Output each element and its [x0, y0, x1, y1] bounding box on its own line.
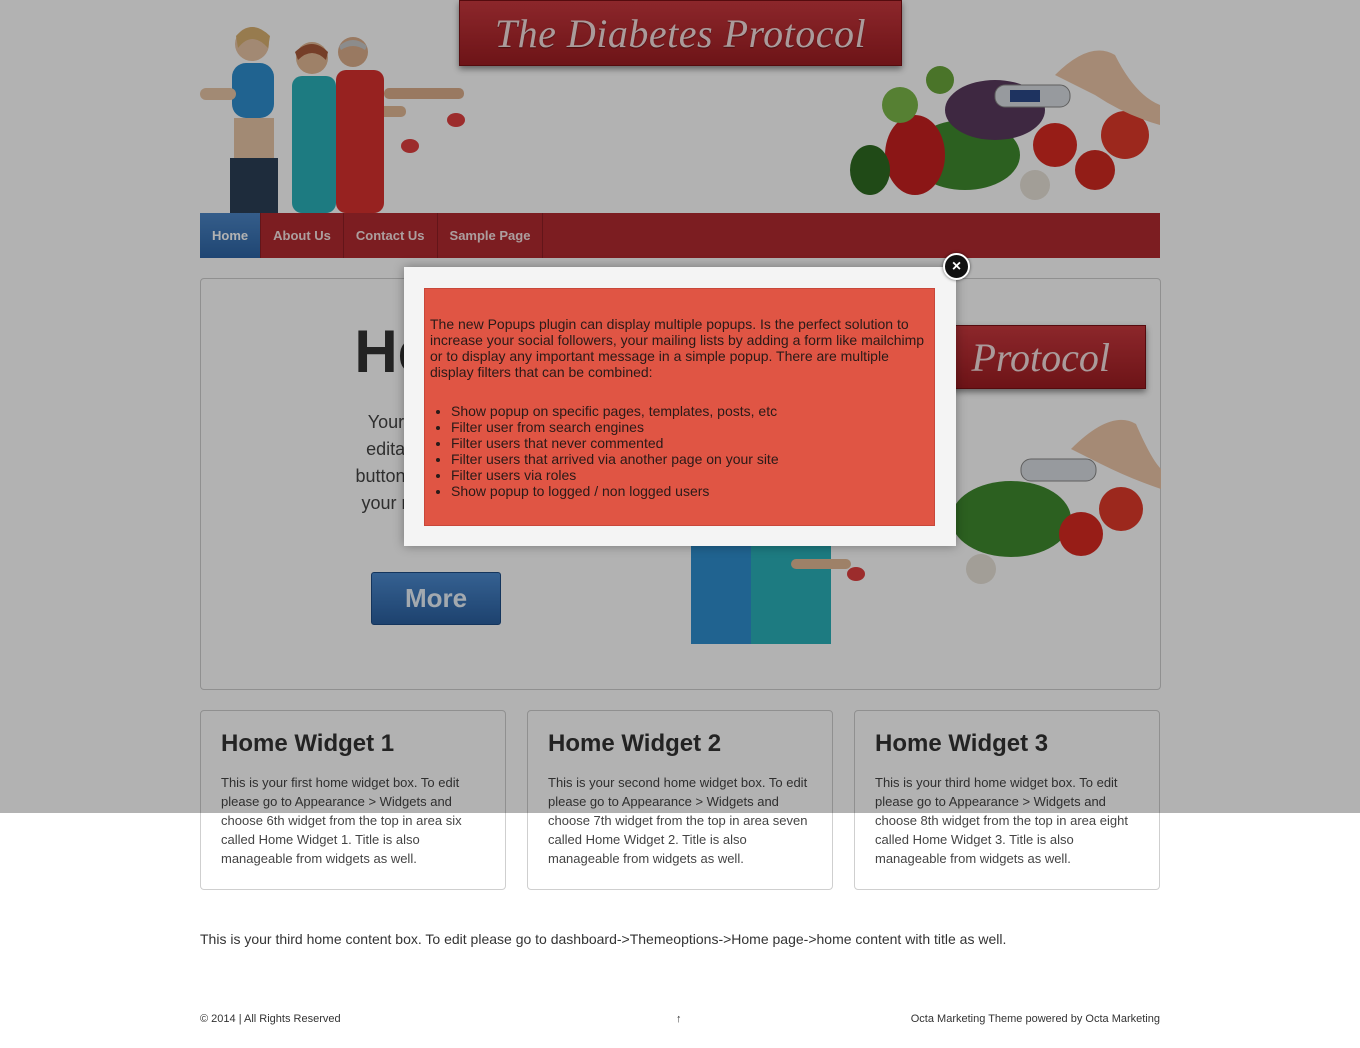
list-item: Filter user from search engines — [451, 419, 929, 435]
footer-credit[interactable]: Octa Marketing Theme powered by Octa Mar… — [911, 1013, 1160, 1025]
popup-intro-text: The new Popups plugin can display multip… — [430, 316, 925, 380]
close-icon[interactable]: × — [943, 253, 970, 280]
popup-content: The new Popups plugin can display multip… — [424, 288, 935, 526]
back-to-top-link[interactable]: ↑ — [676, 1013, 682, 1025]
list-item: Filter users that arrived via another pa… — [451, 451, 929, 467]
list-item: Filter users via roles — [451, 467, 929, 483]
list-item: Show popup to logged / non logged users — [451, 483, 929, 499]
popup-dialog: The new Popups plugin can display multip… — [404, 267, 956, 546]
footer-copyright: © 2014 | All Rights Reserved — [200, 1013, 341, 1025]
home-content-text: This is your third home content box. To … — [200, 931, 1007, 947]
list-item: Show popup on specific pages, templates,… — [451, 403, 929, 419]
popup-feature-list: Show popup on specific pages, templates,… — [451, 403, 929, 499]
list-item: Filter users that never commented — [451, 435, 929, 451]
